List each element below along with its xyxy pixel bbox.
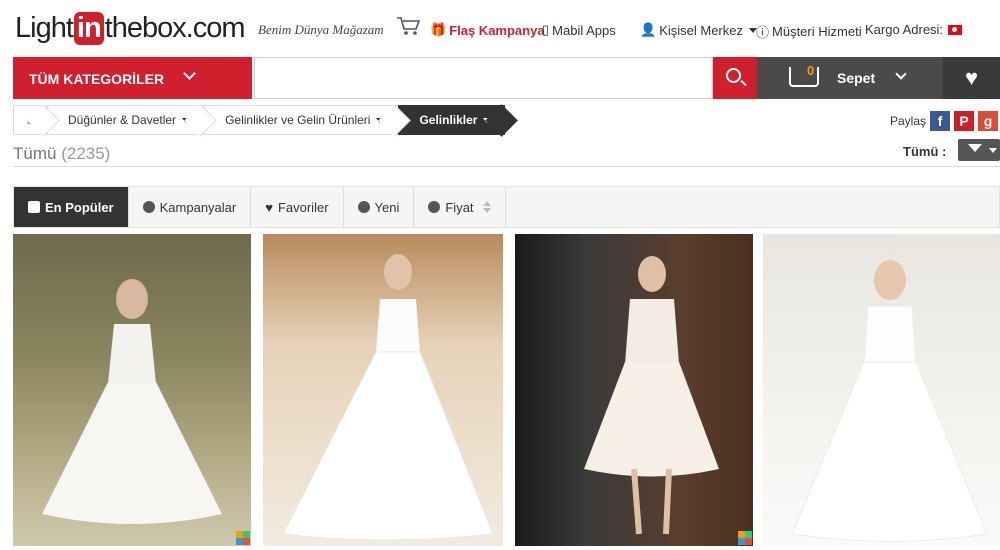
product-image <box>13 234 251 546</box>
filter-button[interactable] <box>958 139 1000 161</box>
cart-button[interactable]: 0 Sepet <box>757 57 943 99</box>
breadcrumb-item[interactable]: Gelinlikler ve Gelin Ürünleri <box>204 105 399 135</box>
chevron-down-icon <box>376 117 385 123</box>
chevron-down-icon <box>895 68 907 80</box>
breadcrumb-item-current[interactable]: Gelinlikler <box>398 105 506 135</box>
chevron-down-icon <box>483 117 492 123</box>
sort-tab-label: Kampanyalar <box>159 199 237 215</box>
chevron-down-icon <box>183 67 196 80</box>
all-categories-label: TÜM KATEGORİLER <box>29 71 165 87</box>
shipping-label: Kargo Adresi: <box>865 22 944 37</box>
sort-tab-popular[interactable]: En Popüler <box>14 187 129 227</box>
cart-count: 0 <box>807 63 815 78</box>
sort-tab-price[interactable]: Fiyat <box>414 187 506 227</box>
sort-tab-label: Yeni <box>374 199 400 215</box>
pinterest-icon[interactable]: P <box>954 111 975 131</box>
dollar-icon <box>428 201 441 213</box>
user-icon: 👤 <box>640 22 657 37</box>
google-plus-icon[interactable]: g <box>978 111 999 131</box>
main-navigation: TÜM KATEGORİLER 0 Sepet ♥ <box>13 57 1000 99</box>
chevron-down-icon <box>989 148 997 153</box>
sort-tab-label: Favoriler <box>277 199 329 215</box>
info-icon: ⓘ <box>756 25 770 40</box>
logo-text-thebox: thebox.com <box>104 11 246 44</box>
breadcrumb: ⌂ Düğünler & Davetler Gelinlikler ve Gel… <box>13 105 506 135</box>
heart-icon: ♥ <box>265 199 273 215</box>
sort-tab-campaigns[interactable]: Kampanyalar <box>129 187 252 227</box>
filter-icon <box>968 144 982 152</box>
breadcrumb-item[interactable]: Düğünler & Davetler <box>47 105 205 135</box>
color-badge-icon <box>738 531 752 545</box>
product-card[interactable] <box>515 234 753 546</box>
search-input[interactable] <box>254 57 713 99</box>
breadcrumb-home[interactable]: ⌂ <box>13 105 47 135</box>
product-card[interactable] <box>13 234 251 546</box>
product-card[interactable] <box>263 234 503 546</box>
share-label: Paylaş <box>890 114 927 128</box>
sort-bar: En Popüler Kampanyalar ♥ Favoriler Yeni … <box>13 186 1000 228</box>
site-logo[interactable]: Light in thebox.com <box>15 10 246 46</box>
product-grid <box>13 234 1000 550</box>
heart-icon: ♥ <box>964 65 979 90</box>
gift-icon: 🎁 <box>430 22 447 37</box>
sort-tab-label: Fiyat <box>445 199 474 215</box>
sort-tab-favorites[interactable]: ♥ Favoriler <box>251 187 344 227</box>
product-image <box>263 234 503 546</box>
product-image <box>763 234 1000 546</box>
mobile-apps-label: Mabil Apps <box>552 22 616 38</box>
wishlist-button[interactable]: ♥ <box>943 57 1000 99</box>
account-label: Kişisel Merkez <box>659 22 743 38</box>
all-label: Tümü <box>13 144 57 163</box>
product-card[interactable] <box>763 234 1000 546</box>
home-icon: ⌂ <box>26 113 35 127</box>
divider <box>13 166 1000 167</box>
sort-tab-new[interactable]: Yeni <box>344 187 415 227</box>
color-badge-icon <box>236 531 250 545</box>
cart-icon <box>789 67 819 87</box>
flash-sale-label: Flaş Kampanya <box>449 22 545 38</box>
turkey-flag-icon <box>948 24 963 35</box>
chevron-down-icon <box>182 117 191 123</box>
share-bar: Paylaş f P g <box>890 111 999 131</box>
mobile-apps-link[interactable]: ▯ Mabil Apps <box>542 22 616 38</box>
sort-tab-label: En Popüler <box>45 199 114 215</box>
search-button[interactable] <box>713 57 757 99</box>
customer-service-label: Müşteri Hizmeti <box>772 24 862 39</box>
cart-mini-icon <box>396 16 422 41</box>
account-menu[interactable]: 👤 Kişisel Merkez <box>640 22 757 38</box>
result-count: Tümü (2235) <box>13 144 110 164</box>
sort-arrows-icon <box>482 201 491 213</box>
filter-label: Tümü : <box>903 144 947 159</box>
shipping-address-selector[interactable]: Kargo Adresi: <box>865 22 963 37</box>
thumbs-up-icon <box>28 201 40 213</box>
flash-sale-link[interactable]: 🎁 Flaş Kampanya <box>430 22 545 38</box>
logo-text-in: in <box>73 11 104 45</box>
result-count-number: (2235) <box>61 144 111 163</box>
all-categories-button[interactable]: TÜM KATEGORİLER <box>13 57 252 99</box>
clock-icon <box>357 201 370 213</box>
cart-label: Sepet <box>837 70 876 86</box>
top-header: Light in thebox.com Benim Dünya Mağazam 🎁 … <box>0 0 1000 58</box>
search-icon <box>726 68 741 83</box>
breadcrumb-label: Gelinlikler ve Gelin Ürünleri <box>225 113 371 127</box>
logo-text-light: Light <box>15 11 74 44</box>
customer-service-link[interactable]: ⓘ Müşteri Hizmeti <box>756 22 862 41</box>
breadcrumb-label: Düğünler & Davetler <box>68 113 177 127</box>
breadcrumb-label: Gelinlikler <box>419 113 478 127</box>
phone-icon: ▯ <box>542 22 550 37</box>
site-tagline: Benim Dünya Mağazam <box>258 22 384 37</box>
facebook-icon[interactable]: f <box>930 111 951 131</box>
product-image <box>515 234 753 546</box>
tag-icon <box>142 201 155 213</box>
